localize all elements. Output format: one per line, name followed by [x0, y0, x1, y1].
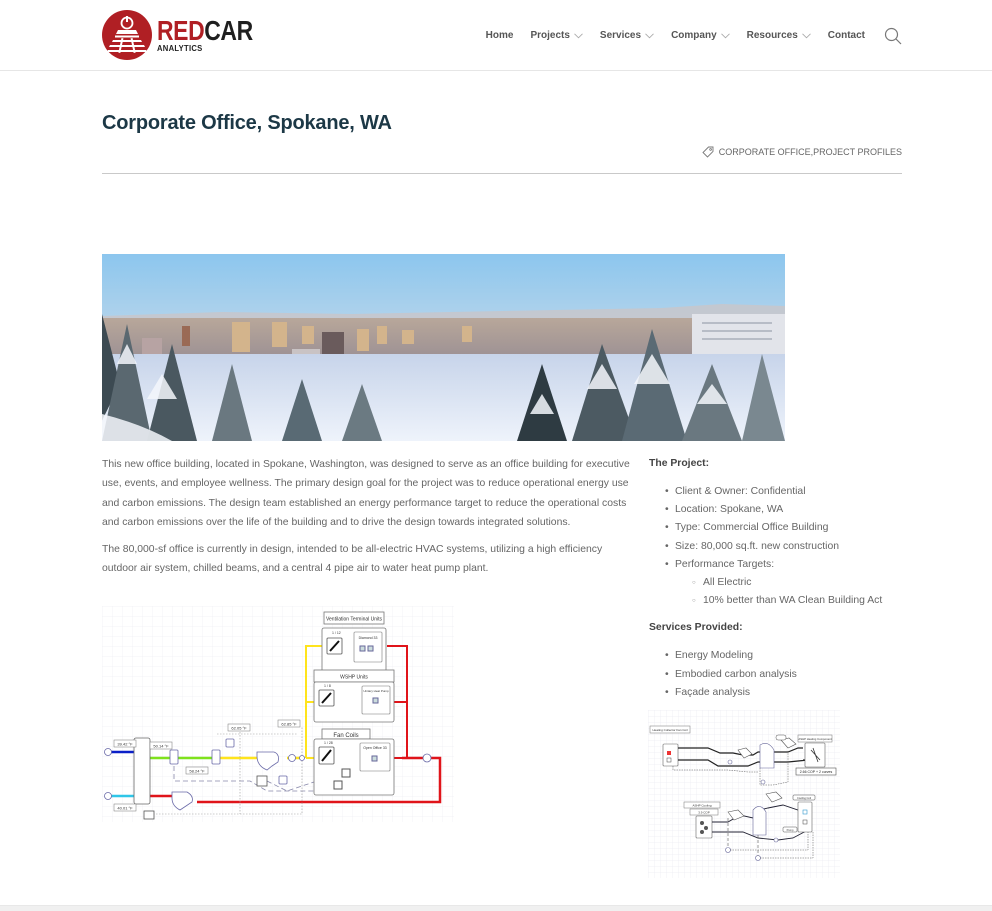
temp-label-5: 62.05 °F: [231, 725, 247, 730]
project-detail-item: Location: Spokane, WA: [665, 501, 909, 519]
train-logo-icon: [102, 10, 152, 60]
panorama-illustration: [102, 254, 785, 441]
nav-resources[interactable]: Resources: [747, 30, 811, 41]
ventilation-inner-label: Diamond 33: [359, 636, 378, 640]
temp-label-1: 39.42 °F: [117, 741, 133, 746]
chevron-down-icon: [720, 32, 730, 38]
post-tags: CORPORATE OFFICE, PROJECT PROFILES: [702, 146, 902, 158]
project-sidebar: The Project: Client & Owner: Confidentia…: [649, 455, 909, 714]
hero-image-spokane-panorama: [102, 254, 785, 441]
ashp-heating-label: ASHP Heating Component: [798, 737, 831, 741]
logo-wordmark: REDCAR: [157, 17, 253, 45]
logo-text: REDCAR ANALYTICS: [157, 17, 274, 53]
footer-strip: [0, 905, 992, 911]
heat-pump-plant-diagram: Heating Collector Fan Coil ASHP Heating …: [648, 710, 840, 878]
project-heading: The Project:: [649, 458, 710, 469]
cop-heating-label: 2.66 COP + 2 curves: [800, 770, 833, 774]
main-nav: Home Projects Services Company Resources…: [486, 0, 992, 71]
project-description: This new office building, located in Spo…: [102, 455, 632, 587]
pump-label: Pump: [787, 828, 794, 832]
nav-resources-label: Resources: [746, 30, 798, 41]
logo-link[interactable]: REDCAR ANALYTICS: [102, 10, 274, 60]
hvac-system-diagram: Ventilation Terminal Units Diamond 33 1 …: [102, 606, 454, 822]
zone-count-3: 1 / 28: [324, 741, 333, 745]
zone-count-2: 1 / 8: [324, 684, 331, 688]
project-detail-item: Size: 80,000 sq.ft. new construction: [665, 538, 909, 556]
temp-label-3: 58.24 °F: [189, 768, 205, 773]
cop-cooling-label: 3.9 COP: [698, 811, 710, 815]
project-detail-item: Client & Owner: Confidential: [665, 483, 909, 501]
tag-link-corporate-office[interactable]: CORPORATE OFFICE: [719, 147, 811, 157]
ashp-cooling-label: ASHP Cooling: [692, 804, 711, 808]
services-list: Energy Modeling Embodied carbon analysis…: [665, 647, 909, 702]
nav-services[interactable]: Services: [600, 30, 654, 41]
search-icon[interactable]: [884, 27, 902, 45]
heating-coil-label: Heating Collector Fan Coil: [652, 728, 687, 732]
service-item: Energy Modeling: [665, 647, 909, 665]
performance-targets-list: All Electric 10% better than WA Clean Bu…: [692, 574, 909, 611]
title-divider: [102, 173, 902, 174]
temp-label-2: 50.14 °F: [153, 743, 169, 748]
chevron-down-icon: [574, 32, 583, 38]
nav-contact[interactable]: Contact: [828, 30, 865, 41]
logo-word-red: RED: [157, 15, 205, 47]
fan-coils-label: Fan Coils: [333, 733, 358, 739]
heat-exchanger: [133, 737, 151, 805]
temp-label-6: 62.85 °F: [281, 721, 297, 726]
site-header: REDCAR ANALYTICS Home Projects Services …: [0, 0, 992, 71]
logo-word-dark: CAR: [204, 15, 253, 47]
nav-projects-label: Projects: [530, 30, 570, 41]
service-item: Façade analysis: [665, 684, 909, 702]
project-detail-item: Type: Commercial Office Building: [665, 519, 909, 537]
performance-targets-label: Performance Targets:: [675, 558, 775, 570]
performance-target-item: All Electric: [692, 574, 909, 592]
zone-count-1: 1 / 12: [332, 631, 341, 635]
temp-label-4: 40.01 °F: [117, 805, 133, 810]
services-heading: Services Provided:: [649, 622, 743, 634]
wshp-units: WSHP Units Unitary Heat Pump 1 / 8: [313, 669, 395, 723]
fan-coils: Fan Coils Open Office 33 1 / 28: [313, 728, 395, 796]
nav-contact-label: Contact: [827, 30, 865, 41]
wshp-inner-label: Unitary Heat Pump: [363, 689, 389, 693]
logo-subtitle: ANALYTICS: [157, 43, 203, 54]
performance-target-item: 10% better than WA Clean Building Act: [692, 592, 909, 610]
description-paragraph-2: The 80,000-sf office is currently in des…: [102, 544, 603, 575]
nav-company-label: Company: [671, 30, 717, 41]
tag-icon: [702, 146, 714, 158]
nav-home-label: Home: [485, 30, 514, 41]
wshp-label: WSHP Units: [340, 675, 368, 681]
ventilation-terminal-units: Ventilation Terminal Units Diamond 33 1 …: [321, 611, 387, 673]
fan-coils-inner-label: Open Office 33: [363, 746, 387, 750]
nav-home[interactable]: Home: [486, 30, 514, 41]
tag-link-project-profiles[interactable]: PROJECT PROFILES: [813, 147, 902, 157]
chevron-down-icon: [801, 32, 811, 38]
description-paragraph-1: This new office building, located in Spo…: [102, 459, 630, 528]
chevron-down-icon: [645, 32, 654, 38]
project-details-list: Client & Owner: Confidential Location: S…: [665, 483, 909, 611]
ventilation-label: Ventilation Terminal Units: [326, 617, 383, 623]
nav-services-label: Services: [599, 30, 642, 41]
page-title: Corporate Office, Spokane, WA: [102, 112, 392, 134]
project-detail-item-targets: Performance Targets: All Electric 10% be…: [665, 556, 909, 611]
nav-company[interactable]: Company: [671, 30, 730, 41]
service-item: Embodied carbon analysis: [665, 666, 909, 684]
nav-projects[interactable]: Projects: [530, 30, 583, 41]
cooling-coil-label: Cooling Coil: [797, 796, 811, 800]
